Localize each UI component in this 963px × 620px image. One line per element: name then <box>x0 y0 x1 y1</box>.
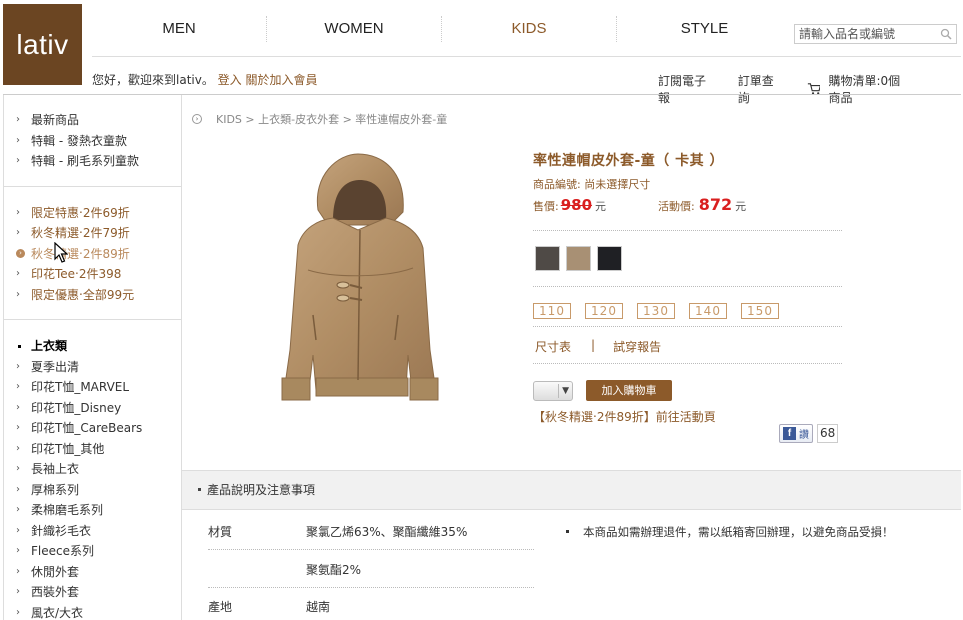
size-chart-links: 尺寸表 | 試穿報告 <box>535 338 661 355</box>
spec-value: 聚氨酯2% <box>306 562 362 577</box>
facebook-icon: f <box>783 427 796 440</box>
promo-link[interactable]: 【秋冬精選‧2件89折】前往活動頁 <box>533 408 716 425</box>
return-note: 本商品如需辦理退件，需以紙箱寄回辦理，以避免商品受損！ <box>566 524 894 540</box>
sidebar-group-promotions: › 限定特惠‧2件69折 › 秋冬精選‧2件79折 › 秋冬精選‧2件89折 › 印花T… <box>4 187 181 320</box>
size-option[interactable]: 140 <box>689 303 727 319</box>
sidebar-item[interactable]: › 柔棉磨毛系列 <box>16 500 181 521</box>
swatch-black[interactable] <box>597 246 622 271</box>
trial-report-link[interactable]: 試穿報告 <box>613 338 661 355</box>
newsletter-link[interactable]: 訂閱電子報 <box>658 72 712 106</box>
sidebar-item[interactable]: › 秋冬精選‧2件79折 <box>16 223 181 244</box>
spec-value: 越南 <box>306 599 331 614</box>
join-link[interactable]: 關於加入會員 <box>246 73 318 87</box>
spec-key: 材質 <box>208 524 233 539</box>
product-image <box>281 153 439 401</box>
sidebar-item[interactable]: › Fleece系列 <box>16 541 181 562</box>
size-options: 110 120 130 140 150 <box>533 303 793 319</box>
category-sidebar: › 最新商品 › 特輯 - 發熱衣童款 › 特輯 - 刷毛系列童款 › 限定特惠‧2件6… <box>3 95 182 620</box>
welcome-text: 您好，歡迎來到lativ。 <box>92 73 214 87</box>
sidebar-item[interactable]: › 風衣/大衣 <box>16 603 181 620</box>
sidebar-item[interactable]: › 針織衫毛衣 <box>16 521 181 542</box>
cart-link[interactable]: 購物清單:0個商品 <box>807 72 937 106</box>
quantity-select[interactable]: ▼ <box>533 381 573 401</box>
breadcrumb-text[interactable]: KIDS > 上衣類-皮衣外套 > 率性連帽皮外套-童 <box>216 111 447 127</box>
size-option[interactable]: 120 <box>585 303 623 319</box>
details-header: 產品說明及注意事項 <box>182 470 961 510</box>
size-option[interactable]: 150 <box>741 303 779 319</box>
chevron-down-icon: ▼ <box>558 384 569 398</box>
fb-like-count: 68 <box>817 424 839 443</box>
nav-kids[interactable]: KIDS <box>442 16 617 42</box>
sidebar-item[interactable]: › 印花T恤_CareBears <box>16 418 181 439</box>
sidebar-item[interactable]: › 西裝外套 <box>16 582 181 603</box>
fb-like-label: 讚 <box>799 430 809 441</box>
details-header-label: 產品說明及注意事項 <box>207 483 316 497</box>
search-input[interactable] <box>795 25 935 43</box>
top-links: 訂閱電子報 訂單查詢 購物清單:0個商品 <box>658 72 963 106</box>
sidebar-group-featured: › 最新商品 › 特輯 - 發熱衣童款 › 特輯 - 刷毛系列童款 <box>4 95 181 187</box>
sidebar-item[interactable]: › 長袖上衣 <box>16 459 181 480</box>
sidebar-item-selected[interactable]: › 秋冬精選‧2件89折 <box>16 244 181 265</box>
swatch-gray[interactable] <box>535 246 560 271</box>
color-swatches <box>535 246 628 271</box>
sidebar-item[interactable]: › 印花T恤_其他 <box>16 439 181 460</box>
add-to-cart-button[interactable]: 加入購物車 <box>586 380 672 401</box>
search-icon[interactable] <box>940 28 952 40</box>
sidebar-item[interactable]: › 限定優惠‧全部99元 <box>16 285 181 306</box>
sidebar-group-tops: 上衣類 › 夏季出清 › 印花T恤_MARVEL › 印花T恤_Disney › 印花T… <box>4 320 181 620</box>
fb-like-button[interactable]: f 讚 <box>779 424 813 443</box>
divider <box>533 326 842 327</box>
spec-row: 聚氨酯2% <box>208 550 534 588</box>
nav-men[interactable]: MEN <box>92 16 267 42</box>
size-option[interactable]: 110 <box>533 303 571 319</box>
nav-women[interactable]: WOMEN <box>267 16 442 42</box>
sidebar-item[interactable]: › 休閒外套 <box>16 562 181 583</box>
sidebar-header-tops[interactable]: 上衣類 <box>16 336 181 357</box>
swatch-khaki[interactable] <box>566 246 591 271</box>
sale-price-label: 活動價: <box>658 200 695 213</box>
facebook-like: f 讚 68 <box>779 424 839 443</box>
currency-label: 元 <box>595 200 607 213</box>
spec-row: 產地 越南 <box>208 587 534 620</box>
search-box <box>794 24 957 44</box>
divider <box>533 230 842 231</box>
spec-row: 材質 聚氯乙烯63%、聚酯纖維35% <box>208 512 534 550</box>
price-row: 售價: 980 元 活動價: 872 元 <box>533 195 746 214</box>
welcome-bar: 您好，歡迎來到lativ。 登入 關於加入會員 <box>92 71 318 88</box>
product-title: 率性連帽皮外套-童（ 卡其 ） <box>533 153 725 169</box>
sidebar-item[interactable]: › 夏季出清 <box>16 357 181 378</box>
nav-style[interactable]: STYLE <box>617 16 792 42</box>
breadcrumb-arrow-icon: › <box>192 114 202 124</box>
sidebar-item[interactable]: › 特輯 - 發熱衣童款 <box>16 131 181 152</box>
spec-value: 聚氯乙烯63%、聚酯纖維35% <box>306 524 468 539</box>
sidebar-item[interactable]: › 特輯 - 刷毛系列童款 <box>16 151 181 172</box>
sidebar-item[interactable]: › 印花Tee‧2件398 <box>16 264 181 285</box>
size-option[interactable]: 130 <box>637 303 675 319</box>
order-query-link[interactable]: 訂單查詢 <box>738 72 781 106</box>
size-chart-link[interactable]: 尺寸表 <box>535 338 571 355</box>
sale-price: 872 <box>698 195 733 214</box>
return-note-text: 本商品如需辦理退件，需以紙箱寄回辦理，以避免商品受損！ <box>583 525 894 539</box>
sidebar-item[interactable]: › 最新商品 <box>16 110 181 131</box>
sidebar-item[interactable]: › 限定特惠‧2件69折 <box>16 203 181 224</box>
lativ-logo[interactable]: lativ <box>3 4 82 85</box>
sidebar-item[interactable]: › 印花T恤_MARVEL <box>16 377 181 398</box>
login-link[interactable]: 登入 <box>218 73 242 87</box>
divider <box>533 286 842 287</box>
currency-label: 元 <box>735 200 747 213</box>
link-separator: | <box>591 338 596 352</box>
cart-label: 購物清單:0個商品 <box>828 74 901 105</box>
selected-arrow-icon: › <box>16 249 25 259</box>
divider <box>533 363 842 364</box>
price-label: 售價: <box>533 200 559 213</box>
spec-key: 產地 <box>208 599 233 614</box>
sidebar-item[interactable]: › 厚棉系列 <box>16 480 181 501</box>
header-divider <box>92 56 961 57</box>
original-price: 980 <box>560 196 593 214</box>
mouse-cursor-icon <box>54 242 68 263</box>
main-nav: MEN WOMEN KIDS STYLE <box>92 16 792 42</box>
sidebar-item[interactable]: › 印花T恤_Disney <box>16 398 181 419</box>
product-code: 商品編號: 尚未選擇尺寸 <box>533 178 651 191</box>
breadcrumb: › KIDS > 上衣類-皮衣外套 > 率性連帽皮外套-童 <box>192 111 447 127</box>
